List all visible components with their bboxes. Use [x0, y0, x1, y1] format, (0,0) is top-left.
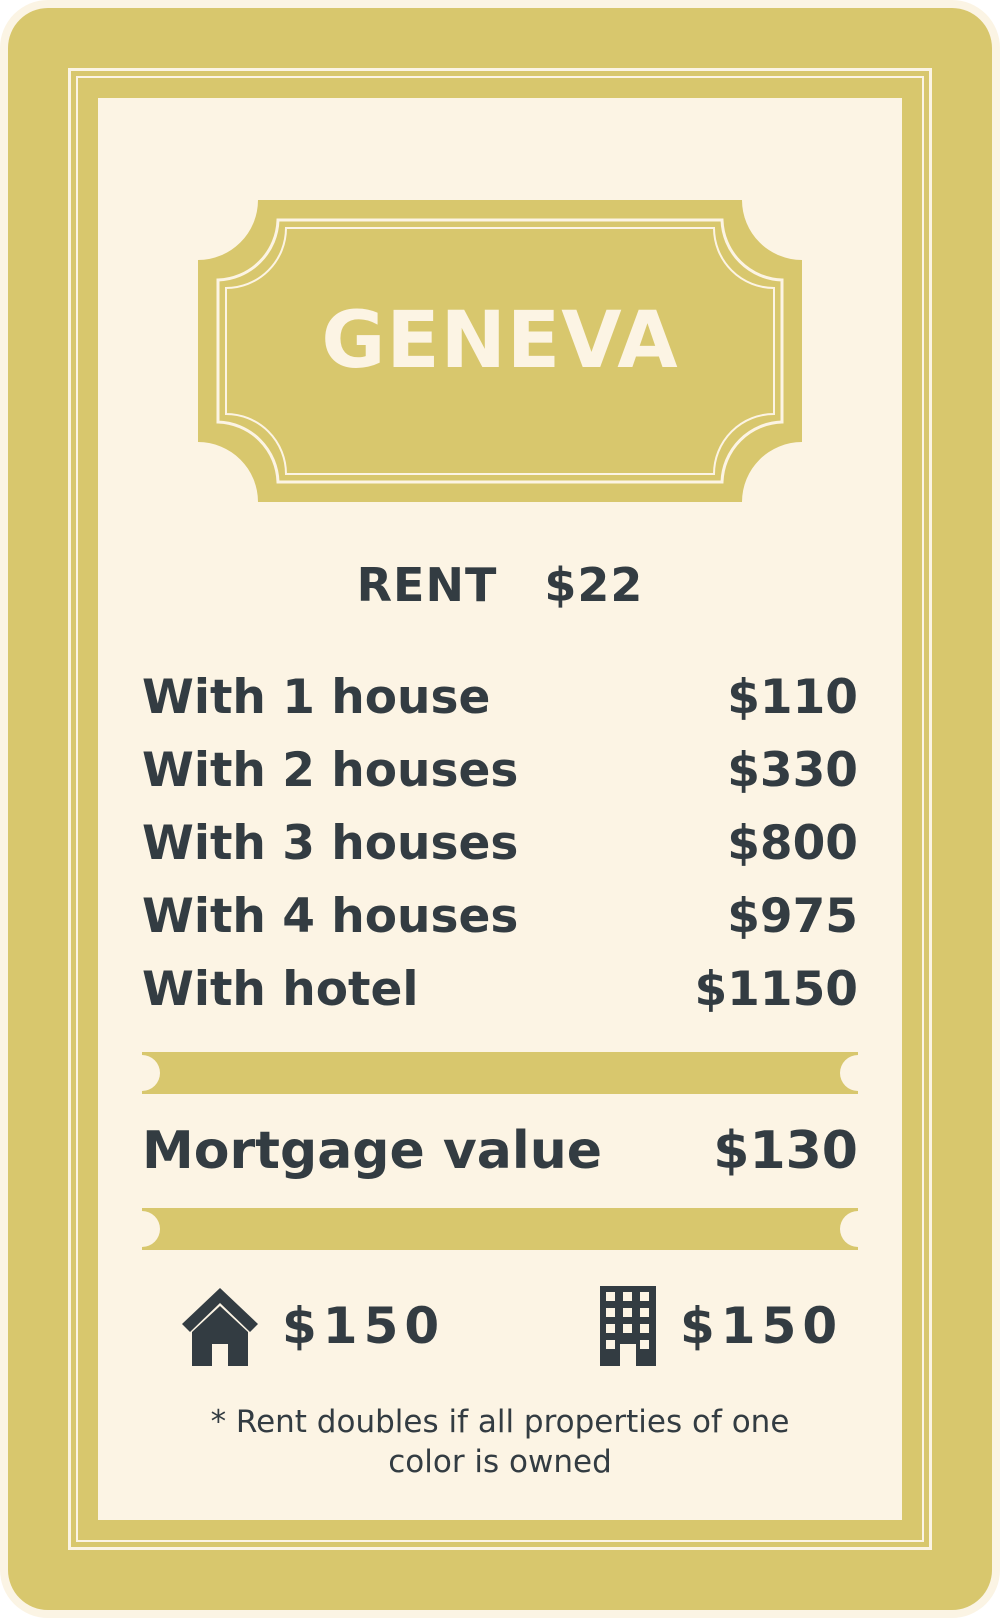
rent-row-value: $110 — [727, 670, 858, 725]
house-icon — [182, 1288, 258, 1366]
hotel-cost: $150 — [598, 1284, 843, 1368]
divider-top — [142, 1052, 858, 1094]
rent-row-4-houses: With 4 houses $975 — [142, 887, 858, 947]
house-cost-value: $150 — [282, 1297, 446, 1355]
mortgage-value: $130 — [713, 1121, 858, 1181]
rent-row-label: With hotel — [142, 962, 419, 1017]
rent-row-3-houses: With 3 houses $800 — [142, 814, 858, 874]
rent-row-value: $800 — [727, 816, 858, 871]
property-title: GENEVA — [321, 296, 679, 386]
rent-row-value: $330 — [727, 743, 858, 798]
rent-row-value: $975 — [727, 889, 858, 944]
divider-bottom — [142, 1208, 858, 1250]
rent-row-1-house: With 1 house $110 — [142, 668, 858, 728]
rent-label: RENT — [356, 558, 498, 612]
rent-row-label: With 4 houses — [142, 889, 519, 944]
rent-value: $22 — [544, 558, 644, 612]
rent-row-label: With 2 houses — [142, 743, 519, 798]
rent-row-label: With 3 houses — [142, 816, 519, 871]
rent-row-label: With 1 house — [142, 670, 491, 725]
rent-row-value: $1150 — [694, 962, 858, 1017]
base-rent: RENT $22 — [0, 558, 1000, 612]
house-cost: $150 — [180, 1284, 445, 1368]
rent-row-2-houses: With 2 houses $330 — [142, 741, 858, 801]
rent-row-hotel: With hotel $1150 — [142, 960, 858, 1020]
mortgage-row: Mortgage value $130 — [142, 1118, 858, 1184]
hotel-cost-value: $150 — [680, 1297, 844, 1355]
footnote-line-1: * Rent doubles if all properties of one — [210, 1404, 790, 1440]
building-icon — [600, 1286, 656, 1366]
mortgage-label: Mortgage value — [142, 1121, 602, 1181]
footnote: * Rent doubles if all properties of one … — [160, 1402, 840, 1482]
footnote-line-2: color is owned — [388, 1444, 612, 1480]
